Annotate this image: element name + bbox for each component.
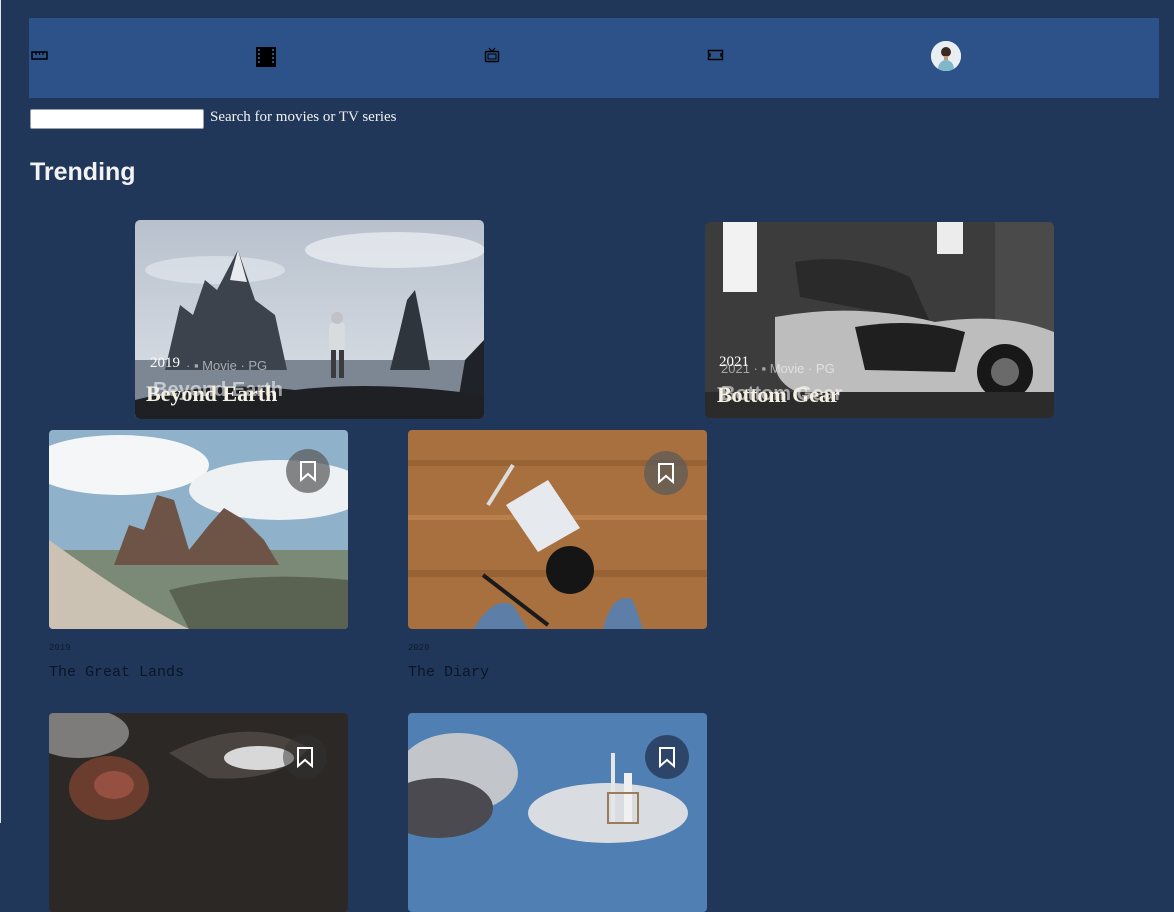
navbar — [29, 18, 1159, 98]
home-icon[interactable] — [31, 47, 51, 67]
media-card[interactable] — [49, 713, 348, 912]
trending-card[interactable]: 2021 2021 · ▪ Movie · PG Bottom Gear Bot… — [705, 222, 1054, 418]
window-edge — [0, 0, 1, 823]
search-input[interactable] — [30, 109, 204, 129]
tv-series-icon[interactable] — [484, 47, 504, 67]
media-thumbnail — [408, 713, 707, 912]
bookmark-nav-icon[interactable] — [707, 47, 727, 67]
search-label: Search for movies or TV series — [210, 109, 397, 125]
media-thumbnail — [49, 430, 348, 629]
media-title: The Diary — [408, 664, 490, 681]
trending-title: Bottom Gear — [717, 382, 840, 407]
bookmark-button[interactable] — [644, 451, 688, 495]
trending-year: 2019 — [150, 355, 180, 371]
trending-card[interactable]: 2019 · ▪ Movie · PG Beyond Earth Beyond … — [135, 220, 484, 419]
bookmark-button[interactable] — [286, 449, 330, 493]
trending-meta: 2021 · ▪ Movie · PG — [721, 361, 835, 376]
media-card[interactable]: 2020 The Diary — [408, 430, 707, 681]
media-title: The Great Lands — [49, 664, 185, 681]
trending-heading: Trending — [30, 158, 136, 186]
bookmark-button[interactable] — [283, 735, 327, 779]
trending-meta: · ▪ Movie · PG — [186, 358, 268, 373]
bookmark-icon — [297, 747, 313, 768]
media-year: 2019 — [49, 643, 71, 653]
media-year: 2020 — [408, 643, 430, 653]
media-card[interactable]: 2019 The Great Lands — [49, 430, 348, 681]
bookmark-icon — [658, 463, 674, 484]
movies-icon[interactable] — [256, 47, 276, 67]
media-card[interactable] — [408, 713, 707, 912]
bookmark-icon — [300, 461, 316, 482]
avatar[interactable] — [931, 41, 961, 71]
bookmark-button[interactable] — [645, 735, 689, 779]
media-thumbnail — [408, 430, 707, 629]
trending-title: Beyond Earth — [146, 381, 278, 406]
media-thumbnail — [49, 713, 348, 912]
bookmark-icon — [659, 747, 675, 768]
